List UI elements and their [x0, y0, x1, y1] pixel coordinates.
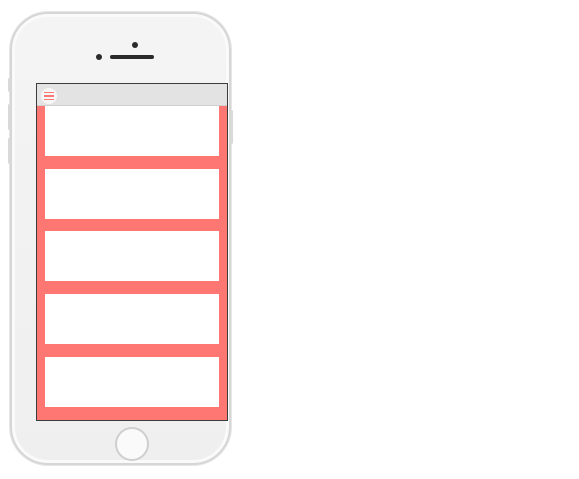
volume-up-button — [8, 104, 11, 130]
volume-down-button — [8, 138, 11, 164]
hamburger-menu-icon[interactable] — [41, 88, 57, 104]
camera-icon — [132, 42, 138, 48]
phone-screen — [36, 83, 228, 421]
list-card-1[interactable] — [45, 106, 219, 156]
mute-switch — [8, 78, 11, 92]
list-card-5[interactable] — [45, 357, 219, 407]
front-sensor-icon — [96, 54, 102, 60]
list-card-3[interactable] — [45, 231, 219, 281]
phone-frame — [10, 12, 231, 465]
list-card-2[interactable] — [45, 169, 219, 219]
menu-line — [44, 91, 54, 94]
canvas — [0, 0, 579, 479]
menu-line — [44, 98, 54, 101]
list-card-4[interactable] — [45, 294, 219, 344]
menu-line — [44, 95, 54, 97]
earpiece-speaker — [110, 55, 154, 59]
power-button — [230, 110, 233, 144]
home-button[interactable] — [115, 427, 149, 461]
app-top-bar — [37, 84, 227, 106]
